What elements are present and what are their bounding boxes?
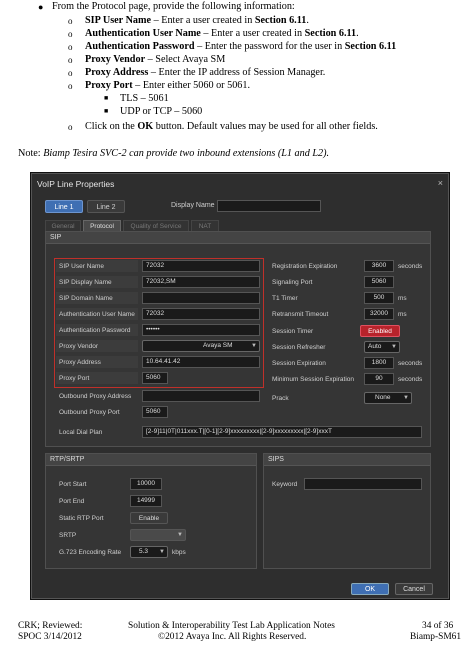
outbound-proxy-address-input[interactable] [142,390,260,402]
chevron-down-icon: ▼ [403,395,409,401]
ok-button[interactable]: OK [351,583,389,595]
outbound-proxy-port-input[interactable]: 5060 [142,406,168,418]
bullet-circle: o [68,122,73,132]
label-signaling-port: Signaling Port [272,279,313,286]
sips-header: SIPS [264,454,430,466]
t1-timer-input[interactable]: 500 [364,292,394,304]
label-t1-timer: T1 Timer [272,295,298,302]
sips-panel: SIPS Keyword [263,453,431,569]
footer-left-1: CRK; Reviewed: [18,621,83,631]
tab-general[interactable]: General [45,220,81,231]
item-proxy-address: Proxy Address – Enter the IP address of … [85,67,326,78]
tab-protocol[interactable]: Protocol [83,220,121,231]
label-static-rtp-port: Static RTP Port [59,515,104,522]
label-srtp: SRTP [59,532,77,539]
display-name-label: Display Name [171,202,215,209]
local-dial-plan-input[interactable]: [2-9]11|0T|011xxx.T|[0-1][2-9]xxxxxxxxx|… [142,426,422,438]
sip-panel: SIP SIP User Name 72032 SIP Display Name… [45,231,431,447]
signaling-port-input[interactable]: 5060 [364,276,394,288]
dialog-title: VoIP Line Properties [37,179,115,189]
session-refresher-select[interactable]: Auto ▼ [364,341,400,353]
footer-center-1: Solution & Interoperability Test Lab App… [128,621,335,631]
registration-expiration-input[interactable]: 3600 [364,260,394,272]
label-session-refresher: Session Refresher [272,344,326,351]
bullet-square: ■ [104,107,109,115]
tab-line-1[interactable]: Line 1 [45,200,83,213]
item-proxy-vendor: Proxy Vendor – Select Avaya SM [85,54,226,65]
label-port-start: Port Start [59,481,87,488]
port-end-input[interactable]: 14999 [130,495,162,507]
bullet-circle: o [68,42,73,52]
intro-text: From the Protocol page, provide the foll… [52,1,295,12]
unit-seconds: seconds [398,360,423,367]
chevron-down-icon: ▼ [177,532,183,538]
unit-ms: ms [398,311,407,318]
close-icon[interactable]: × [438,178,443,188]
footer-right-2: Biamp-SM61 [410,632,462,642]
highlight-box [54,258,264,388]
g723-encoding-rate-select[interactable]: 5.3 ▼ [130,546,168,558]
sip-header: SIP [46,232,430,244]
bullet-circle: o [68,68,73,78]
label-local-dial-plan: Local Dial Plan [59,429,103,436]
label-session-timer: Session Timer [272,328,314,335]
label-outbound-proxy-port: Outbound Proxy Port [59,409,120,416]
label-session-expiration: Session Expiration [272,360,326,367]
sub-item-tls: TLS – 5061 [120,93,169,104]
rtp-srtp-panel: RTP/SRTP Port Start 10000 Port End 14999… [45,453,257,569]
footer-right-1: 34 of 36 [422,621,454,631]
rtp-srtp-header: RTP/SRTP [46,454,256,466]
label-keyword: Keyword [272,481,298,488]
unit-kbps: kbps [172,549,186,556]
g723-encoding-rate-value: 5.3 [139,548,149,555]
unit-seconds: seconds [398,263,423,270]
retransmit-timeout-input[interactable]: 32000 [364,308,394,320]
label-outbound-proxy-address: Outbound Proxy Address [59,393,132,400]
item-sip-user-name: SIP User Name – Enter a user created in … [85,15,309,26]
bullet-circle: o [68,81,73,91]
item-auth-user-name: Authentication User Name – Enter a user … [85,28,359,39]
label-prack: Prack [272,395,289,402]
label-g723-encoding-rate: G.723 Encoding Rate [59,549,122,556]
unit-ms: ms [398,295,407,302]
session-expiration-input[interactable]: 1800 [364,357,394,369]
chevron-down-icon: ▼ [159,549,165,555]
label-registration-expiration: Registration Expiration [272,263,338,270]
voip-line-properties-dialog: VoIP Line Properties × Line 1 Line 2 Dis… [30,172,450,600]
unit-seconds: seconds [398,376,423,383]
session-timer-toggle[interactable]: Enabled [360,325,400,337]
note-text: Note: Biamp Tesira SVC-2 can provide two… [18,148,330,159]
sub-item-udp-tcp: UDP or TCP – 5060 [120,106,203,117]
tab-quality-of-service[interactable]: Quality of Service [123,220,189,231]
tab-nat[interactable]: NAT [191,220,219,231]
keyword-input[interactable] [304,478,422,490]
item-proxy-port: Proxy Port – Enter either 5060 or 5061. [85,80,251,91]
minimum-session-expiration-input[interactable]: 90 [364,373,394,385]
footer-center-2: ©2012 Avaya Inc. All Rights Reserved. [158,632,307,642]
session-refresher-value: Auto [368,343,382,350]
item-auth-password: Authentication Password – Enter the pass… [85,41,397,52]
bullet-circle: o [68,16,73,26]
cancel-button[interactable]: Cancel [395,583,433,595]
display-name-input[interactable] [217,200,321,212]
prack-value: None [375,394,391,401]
srtp-select[interactable]: ▼ [130,529,186,541]
footer-left-2: SPOC 3/14/2012 [18,632,82,642]
label-port-end: Port End [59,498,85,505]
prack-select[interactable]: None ▼ [364,392,412,404]
static-rtp-port-button[interactable]: Enable [130,512,168,524]
chevron-down-icon: ▼ [391,344,397,350]
bullet-dot: ● [38,2,44,12]
item-click-ok: Click on the OK button. Default values m… [85,121,378,132]
bullet-square: ■ [104,94,109,102]
bullet-circle: o [68,55,73,65]
port-start-input[interactable]: 10000 [130,478,162,490]
tab-line-2[interactable]: Line 2 [87,200,125,213]
bullet-circle: o [68,29,73,39]
label-retransmit-timeout: Retransmit Timeout [272,311,329,318]
label-minimum-session-expiration: Minimum Session Expiration [272,376,355,383]
